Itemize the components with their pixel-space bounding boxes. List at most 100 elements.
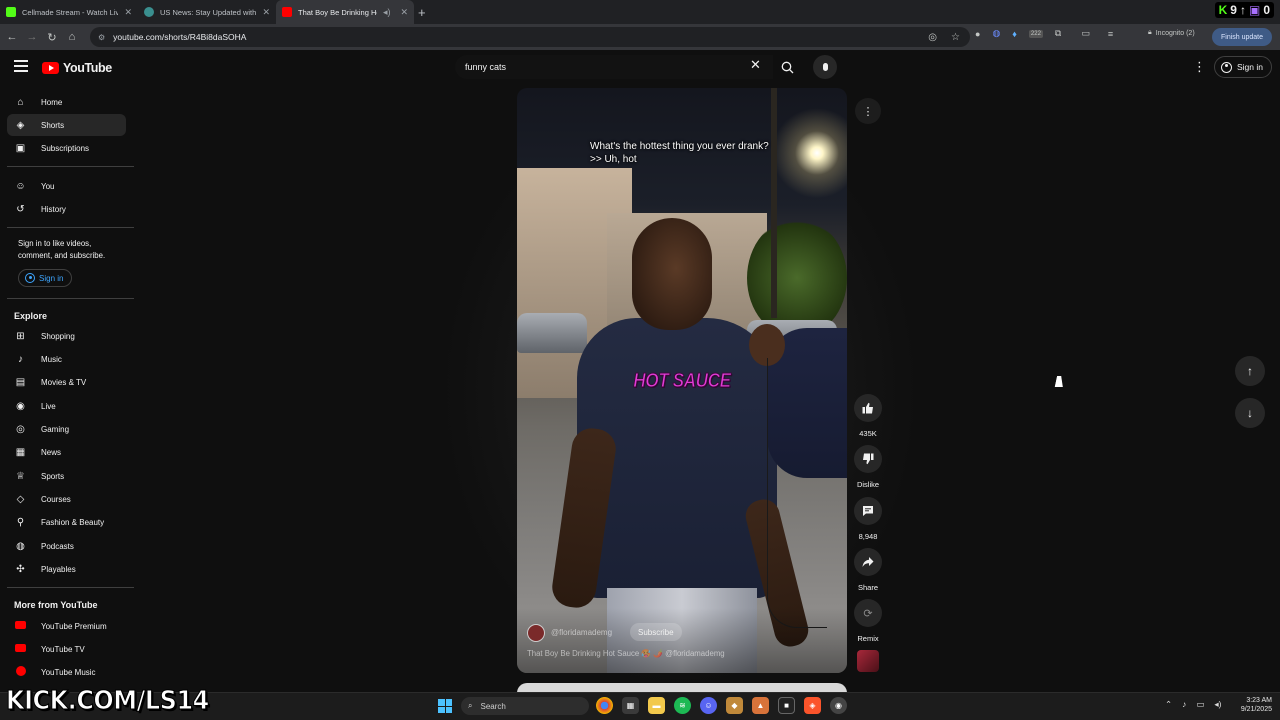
share-button[interactable] xyxy=(854,548,882,576)
extension-icon[interactable]: ● xyxy=(975,29,980,39)
incognito-indicator[interactable]: 🔒︎ Incognito (2) xyxy=(1148,29,1195,37)
spotify-icon[interactable]: ≋ xyxy=(674,697,691,714)
video-title[interactable]: That Boy Be Drinking Hot Sauce 🥵 🌶️ @flo… xyxy=(527,649,725,658)
speaker-icon[interactable]: ◂) xyxy=(383,7,391,18)
app-icon[interactable]: ▲ xyxy=(752,697,769,714)
sidebar-item-music[interactable]: ♪ Music xyxy=(7,348,126,370)
comment-icon xyxy=(863,506,873,516)
reload-icon[interactable]: ↻ xyxy=(42,31,62,44)
account-icon xyxy=(25,273,35,283)
taskbar-search-box[interactable]: ⌕ Search xyxy=(461,697,589,715)
volume-icon[interactable]: ◂) xyxy=(1214,699,1221,710)
voice-search-button[interactable] xyxy=(813,55,837,79)
short-more-options-icon[interactable]: ⋮ xyxy=(855,98,881,124)
chevron-up-icon[interactable]: ⌃ xyxy=(1165,699,1172,710)
close-tab-icon[interactable]: ✕ xyxy=(124,7,132,18)
bookmark-star-icon[interactable]: ☆ xyxy=(951,32,960,43)
eye-off-icon[interactable]: ◎ xyxy=(928,32,937,43)
sidebar-sign-in-button[interactable]: Sign in xyxy=(18,269,73,287)
remix-action[interactable]: ⟳ Remix xyxy=(848,599,888,643)
chrome-icon[interactable] xyxy=(596,697,613,714)
sidebar-item-gaming[interactable]: ◎ Gaming xyxy=(7,418,126,440)
close-tab-icon[interactable]: ✕ xyxy=(262,7,270,18)
sidebar-item-playables[interactable]: ✣ Playables xyxy=(7,558,126,580)
sidebar-item-movies-tv[interactable]: ▤ Movies & TV xyxy=(7,371,126,393)
browser-tab-news[interactable]: US News: Stay Updated with the ✕ xyxy=(138,0,276,24)
like-button[interactable] xyxy=(854,394,882,422)
sidebar-item-youtube-music[interactable]: YouTube Music xyxy=(7,661,126,683)
comments-button[interactable] xyxy=(854,497,882,525)
sound-thumbnail[interactable] xyxy=(857,650,879,672)
new-tab-button[interactable]: + xyxy=(418,5,426,20)
search-input[interactable]: funny cats xyxy=(455,55,773,79)
channel-avatar[interactable] xyxy=(527,624,545,642)
app-icon[interactable]: ◆ xyxy=(726,697,743,714)
extension-icon[interactable]: ◍ xyxy=(992,28,1000,39)
address-bar[interactable]: ⚙ youtube.com/shorts/R4Bi8daSOHA ◎ ☆ xyxy=(90,27,970,47)
comments-action[interactable]: 8,948 xyxy=(848,497,888,541)
extension-badge[interactable]: 222 xyxy=(1028,29,1043,38)
sidebar-item-you[interactable]: ☺ You xyxy=(7,175,126,197)
sidebar-item-fashion-beauty[interactable]: ⚲ Fashion & Beauty xyxy=(7,511,126,533)
home-icon: ⌂ xyxy=(17,96,24,108)
microphone-icon[interactable]: ♪ xyxy=(1182,699,1186,710)
home-browser-icon[interactable]: ⌂ xyxy=(62,31,82,43)
app-icon[interactable]: ◉ xyxy=(830,697,847,714)
like-action[interactable]: 435K xyxy=(848,394,888,438)
sidebar-item-live[interactable]: ◉ Live xyxy=(7,395,126,417)
sidebar-item-youtube-premium[interactable]: YouTube Premium xyxy=(7,615,126,637)
discord-icon[interactable]: ☺ xyxy=(700,697,717,714)
more-options-icon[interactable]: ⋮ xyxy=(1193,59,1206,75)
hanger-icon: ⚲ xyxy=(16,516,25,528)
taskbar-clock[interactable]: 3:23 AM 9/21/2025 xyxy=(1232,696,1272,714)
dislike-action[interactable]: Dislike xyxy=(848,445,888,489)
trophy-icon: ♕ xyxy=(16,470,25,482)
obs-icon[interactable]: ■ xyxy=(778,697,795,714)
youtube-logo[interactable]: YouTube xyxy=(42,61,112,75)
search-button[interactable] xyxy=(773,55,801,79)
remix-button[interactable]: ⟳ xyxy=(854,599,882,627)
channel-name[interactable]: @floridamademg xyxy=(551,628,612,637)
user-icon: ☺ xyxy=(15,180,26,192)
brave-icon[interactable]: ◈ xyxy=(804,697,821,714)
search-value: funny cats xyxy=(465,62,507,72)
shorts-video-player[interactable]: What's the hottest thing you ever drank?… xyxy=(517,88,847,673)
menu-icon[interactable] xyxy=(14,60,28,72)
site-info-icon[interactable]: ⚙ xyxy=(98,33,105,42)
windows-start-icon[interactable] xyxy=(438,699,452,713)
sidebar-item-courses[interactable]: ◇ Courses xyxy=(7,488,126,510)
sidebar-item-sports[interactable]: ♕ Sports xyxy=(7,465,126,487)
sidebar-item-shorts[interactable]: ◈ Shorts xyxy=(7,114,126,136)
previous-short-button[interactable]: ↑ xyxy=(1235,356,1265,386)
forward-icon[interactable]: → xyxy=(22,31,42,43)
sidebar-item-youtube-tv[interactable]: YouTube TV xyxy=(7,638,126,660)
sidebar-item-podcasts[interactable]: ◍ Podcasts xyxy=(7,535,126,557)
tab-search-icon[interactable]: ≡ xyxy=(1108,29,1113,39)
subscribe-button[interactable]: Subscribe xyxy=(630,623,682,641)
puzzle-icon[interactable]: ⧉ xyxy=(1055,28,1061,39)
sign-in-button[interactable]: Sign in xyxy=(1214,56,1272,78)
video-overlay-text: HOT SAUCE xyxy=(633,370,732,393)
display-icon[interactable]: ▭ xyxy=(1196,699,1204,710)
twitch-icon: ▣ xyxy=(1248,3,1261,17)
sidebar-item-subscriptions[interactable]: ▣ Subscriptions xyxy=(7,137,126,159)
sidepanel-icon[interactable]: ▭ xyxy=(1081,28,1090,39)
dislike-button[interactable] xyxy=(854,445,882,473)
back-icon[interactable]: ← xyxy=(2,31,22,43)
close-tab-icon[interactable]: ✕ xyxy=(400,7,408,18)
mouse-cursor-icon xyxy=(1054,376,1066,387)
finish-update-button[interactable]: Finish update xyxy=(1212,28,1272,46)
browser-tab-kick[interactable]: Cellmade Stream - Watch Live ✕ xyxy=(0,0,138,24)
browser-tab-youtube[interactable]: That Boy Be Drinking Hot S ◂) ✕ xyxy=(276,0,414,24)
sidebar-item-home[interactable]: ⌂ Home xyxy=(7,91,126,113)
task-view-icon[interactable]: ▦ xyxy=(622,697,639,714)
gamepad-icon: ◎ xyxy=(16,423,25,435)
sidebar-item-shopping[interactable]: ⊞ Shopping xyxy=(7,325,126,347)
sidebar-item-news[interactable]: ▦ News xyxy=(7,441,126,463)
share-action[interactable]: Share xyxy=(848,548,888,592)
sidebar-item-history[interactable]: ↺ History xyxy=(7,198,126,220)
next-short-button[interactable]: ↓ xyxy=(1235,398,1265,428)
extension-icon[interactable]: ♦ xyxy=(1012,29,1017,39)
clear-search-icon[interactable]: ✕ xyxy=(750,58,761,72)
file-explorer-icon[interactable]: ▬ xyxy=(648,697,665,714)
